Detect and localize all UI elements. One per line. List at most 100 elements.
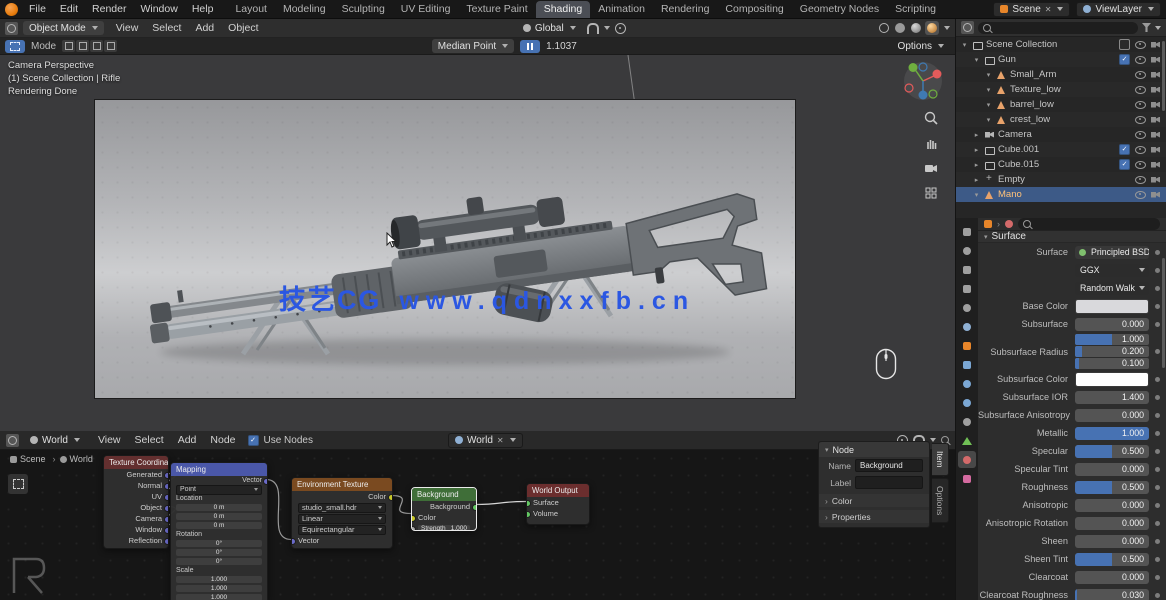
outliner-scrollbar[interactable] xyxy=(1162,41,1165,111)
shader-type-dropdown[interactable]: World xyxy=(24,433,86,447)
properties-scrollbar[interactable] xyxy=(1162,258,1165,368)
camera-view-icon[interactable] xyxy=(924,161,938,175)
blender-logo-icon[interactable] xyxy=(5,3,18,16)
render-visibility-icon[interactable] xyxy=(1151,132,1160,138)
menu-window[interactable]: Window xyxy=(133,0,184,18)
decorator-dot[interactable] xyxy=(1155,467,1160,472)
vector-component-field[interactable]: 1.000 xyxy=(1075,334,1149,345)
properties-tab-material[interactable] xyxy=(958,451,976,468)
solid-shading-button[interactable] xyxy=(893,21,907,35)
hide-eye-icon[interactable] xyxy=(1135,41,1146,49)
transform-orientation-dropdown[interactable]: Global xyxy=(517,21,582,35)
exclude-checkbox[interactable] xyxy=(1119,54,1130,65)
strength-field[interactable]: Strength1.000 xyxy=(418,525,470,531)
panel-section-properties[interactable]: Properties xyxy=(819,510,929,523)
expand-caret-icon[interactable]: ▸ xyxy=(972,131,981,139)
render-visibility-icon[interactable] xyxy=(1151,42,1160,48)
properties-search-input[interactable] xyxy=(1018,218,1160,230)
property-clearcoat-roughness-field[interactable]: 0.030 xyxy=(1075,589,1149,600)
property-clearcoat-field[interactable]: 0.000 xyxy=(1075,571,1149,584)
properties-tab-modifiers[interactable] xyxy=(958,356,976,373)
decorator-dot[interactable] xyxy=(1155,322,1160,327)
menu-file[interactable]: File xyxy=(22,0,53,18)
unlink-world-icon[interactable] xyxy=(497,435,504,446)
decorator-dot[interactable] xyxy=(1155,539,1160,544)
viewport-menu-view[interactable]: View xyxy=(109,19,146,37)
decorator-dot[interactable] xyxy=(1155,521,1160,526)
panel-section-color[interactable]: Color xyxy=(819,494,929,507)
vector-value-field[interactable]: 1.000 xyxy=(176,594,262,600)
render-visibility-icon[interactable] xyxy=(1151,57,1160,63)
render-visibility-icon[interactable] xyxy=(1151,177,1160,183)
hide-eye-icon[interactable] xyxy=(1135,191,1146,199)
node-title-bar[interactable]: Mapping xyxy=(171,463,267,476)
property-sheen-tint-field[interactable]: 0.500 xyxy=(1075,553,1149,566)
properties-tab-constraints[interactable] xyxy=(958,413,976,430)
properties-tab-object-data[interactable] xyxy=(958,432,976,449)
render-visibility-icon[interactable] xyxy=(1151,162,1160,168)
socket-in[interactable] xyxy=(411,515,416,522)
surface-section-header[interactable]: Surface xyxy=(978,231,1166,243)
hide-eye-icon[interactable] xyxy=(1135,116,1146,124)
workspace-tab-animation[interactable]: Animation xyxy=(590,1,653,18)
vector-value-field[interactable]: 0° xyxy=(176,549,262,556)
proportional-editing-icon[interactable] xyxy=(615,23,626,34)
exclude-checkbox[interactable] xyxy=(1119,159,1130,170)
outliner-row-barrel-low[interactable]: ▾barrel_low xyxy=(956,97,1166,112)
node-title-bar[interactable]: World Output xyxy=(527,484,589,497)
projection-dropdown[interactable]: Equirectangular xyxy=(298,525,386,535)
snap-options-caret-icon[interactable] xyxy=(604,26,610,30)
expand-caret-icon[interactable]: ▾ xyxy=(984,116,993,124)
properties-tab-tool[interactable] xyxy=(958,223,976,240)
vector-value-field[interactable]: 0° xyxy=(176,558,262,565)
socket-out[interactable] xyxy=(263,478,268,485)
socket-out[interactable] xyxy=(164,538,169,545)
toggle-perspective-grid-icon[interactable] xyxy=(924,186,938,200)
decorator-dot[interactable] xyxy=(1155,413,1160,418)
socket-out[interactable] xyxy=(164,527,169,534)
node-editor-type-icon[interactable] xyxy=(6,434,19,447)
workspace-tab-geometry-nodes[interactable]: Geometry Nodes xyxy=(792,1,887,18)
select-mode-subtract[interactable] xyxy=(90,40,103,52)
move-view-hand-icon[interactable] xyxy=(924,136,938,150)
node-menu-node[interactable]: Node xyxy=(203,431,242,449)
decorator-dot[interactable] xyxy=(1155,431,1160,436)
workspace-tab-sculpting[interactable]: Sculpting xyxy=(334,1,393,18)
outliner-row-small-arm[interactable]: ▾Small_Arm xyxy=(956,67,1166,82)
outliner-row-empty[interactable]: ▸Empty xyxy=(956,172,1166,187)
editor-type-icon[interactable] xyxy=(5,22,18,35)
node-menu-add[interactable]: Add xyxy=(171,431,204,449)
render-visibility-icon[interactable] xyxy=(1151,102,1160,108)
render-visibility-icon[interactable] xyxy=(1151,117,1160,123)
properties-tab-texture[interactable] xyxy=(958,470,976,487)
property-metallic-field[interactable]: 1.000 xyxy=(1075,427,1149,440)
node-panel-header[interactable]: Node xyxy=(819,442,929,457)
select-box-tool-button[interactable] xyxy=(5,40,25,53)
socket-out[interactable] xyxy=(164,516,169,523)
breadcrumb-world[interactable]: World xyxy=(60,454,93,464)
properties-tab-world[interactable] xyxy=(958,318,976,335)
sidebar-tab-item[interactable]: Item xyxy=(932,443,949,476)
render-visibility-icon[interactable] xyxy=(1151,147,1160,153)
use-nodes-checkbox[interactable] xyxy=(248,435,259,446)
node-menu-select[interactable]: Select xyxy=(128,431,171,449)
select-mode-invert[interactable] xyxy=(104,40,117,52)
breadcrumb-scene[interactable]: Scene xyxy=(10,454,56,464)
viewport-menu-object[interactable]: Object xyxy=(221,19,265,37)
outliner-row-crest-low[interactable]: ▾crest_low xyxy=(956,112,1166,127)
hide-eye-icon[interactable] xyxy=(1135,56,1146,64)
decorator-dot[interactable] xyxy=(1155,349,1160,354)
interpolation-dropdown[interactable]: Linear xyxy=(298,514,386,524)
socket-out[interactable] xyxy=(164,483,169,490)
select-mode-new[interactable] xyxy=(62,40,75,52)
workspace-tab-compositing[interactable]: Compositing xyxy=(717,1,791,18)
property-subsurface-anisotropy-field[interactable]: 0.000 xyxy=(1075,409,1149,422)
node-texture-coordinate[interactable]: Texture CoordinateGeneratedNormalUVObjec… xyxy=(103,455,169,549)
pivot-point-dropdown[interactable]: Median Point xyxy=(432,39,514,53)
socket-out[interactable] xyxy=(164,494,169,501)
vector-value-field[interactable]: 0 m xyxy=(176,513,262,520)
navigation-gizmo[interactable] xyxy=(903,61,943,101)
expand-caret-icon[interactable]: ▾ xyxy=(972,191,981,199)
hide-eye-icon[interactable] xyxy=(1135,146,1146,154)
expand-caret-icon[interactable]: ▾ xyxy=(984,101,993,109)
